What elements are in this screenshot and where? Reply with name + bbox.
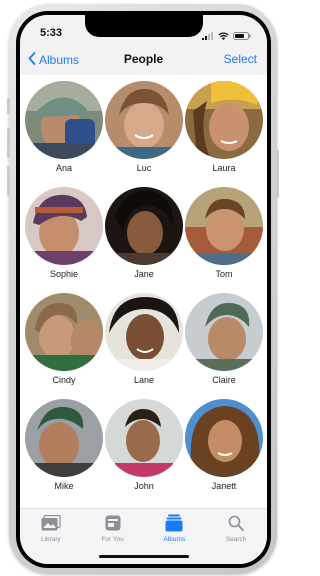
person-name: Sophie: [49, 269, 79, 279]
tab-label: Albums: [163, 536, 186, 543]
avatar-janett: [185, 399, 263, 477]
person-tile-john[interactable]: John: [104, 399, 184, 492]
search-icon: [205, 513, 267, 533]
person-name: Luc: [136, 163, 152, 173]
person-tile-tom[interactable]: Tom: [184, 187, 264, 280]
chevron-left-icon: [28, 52, 36, 68]
person-name: Jane: [134, 269, 154, 279]
person-name: Laura: [212, 163, 236, 173]
phone-screen: 5:33 Albums People Select Ana Luc Laura …: [16, 11, 271, 568]
person-tile-ana[interactable]: Ana: [24, 81, 104, 174]
person-tile-mike[interactable]: Mike: [24, 399, 104, 492]
status-time: 5:33: [40, 27, 63, 39]
person-name: Lane: [133, 375, 155, 385]
select-button[interactable]: Select: [224, 52, 257, 66]
avatar-luc: [105, 81, 183, 159]
battery-icon: [233, 27, 251, 45]
tab-label: Library: [40, 536, 61, 543]
person-name: Claire: [212, 375, 236, 385]
person-name: John: [134, 481, 154, 491]
for-you-icon: [82, 513, 144, 533]
person-tile-janett[interactable]: Janett: [184, 399, 264, 492]
person-name: Cindy: [52, 375, 76, 385]
navigation-bar: Albums People Select: [20, 45, 267, 76]
avatar-lane: [105, 293, 183, 371]
person-name: Mike: [54, 481, 74, 491]
avatar-claire: [185, 293, 263, 371]
side-button-mute: [7, 98, 10, 114]
side-button-volume-down: [7, 166, 10, 196]
people-grid: Ana Luc Laura Sophie Jane Tom Cindy Lane…: [20, 75, 267, 508]
back-button-label: Albums: [39, 53, 80, 67]
albums-icon: [144, 513, 206, 533]
home-indicator: [98, 555, 189, 558]
side-button-volume-up: [7, 128, 10, 158]
camera-notch: [84, 15, 203, 37]
photo-library-icon: [20, 513, 82, 533]
avatar-sophie: [25, 187, 103, 265]
tab-library[interactable]: Library: [20, 513, 82, 564]
person-tile-laura[interactable]: Laura: [184, 81, 264, 174]
wifi-icon: [218, 27, 229, 45]
person-tile-jane[interactable]: Jane: [104, 187, 184, 280]
tab-label: Search: [225, 536, 247, 543]
back-to-albums-button[interactable]: Albums: [28, 52, 79, 68]
status-icons: [202, 27, 251, 45]
avatar-ana: [25, 81, 103, 159]
person-tile-sophie[interactable]: Sophie: [24, 187, 104, 280]
avatar-tom: [185, 187, 263, 265]
side-button-power: [276, 150, 279, 198]
tab-search[interactable]: Search: [205, 513, 267, 564]
page-canvas: 5:33 Albums People Select Ana Luc Laura …: [0, 0, 282, 576]
app-display: 5:33 Albums People Select Ana Luc Laura …: [20, 15, 267, 564]
avatar-cindy: [25, 293, 103, 371]
person-name: Tom: [215, 269, 233, 279]
avatar-laura: [185, 81, 263, 159]
avatar-jane: [105, 187, 183, 265]
person-name: Janett: [211, 481, 237, 491]
person-tile-lane[interactable]: Lane: [104, 293, 184, 386]
tab-bar: Library For You Albums Search: [20, 508, 267, 564]
tab-label: For You: [101, 536, 124, 543]
person-tile-luc[interactable]: Luc: [104, 81, 184, 174]
cellular-signal-icon: [202, 27, 214, 45]
person-name: Ana: [55, 163, 72, 173]
person-tile-claire[interactable]: Claire: [184, 293, 264, 386]
avatar-john: [105, 399, 183, 477]
avatar-mike: [25, 399, 103, 477]
person-tile-cindy[interactable]: Cindy: [24, 293, 104, 386]
